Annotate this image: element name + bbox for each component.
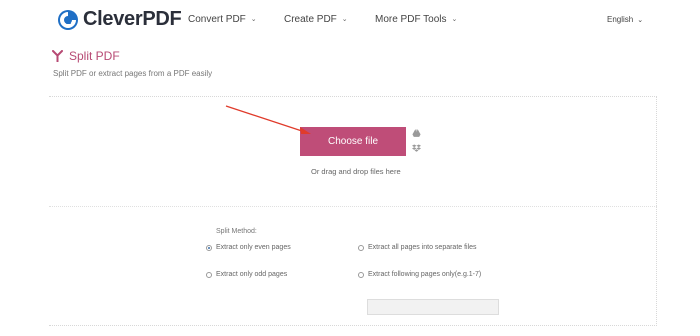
option-following-pages[interactable]: Extract following pages only(e.g.1-7) — [358, 271, 481, 278]
pages-range-input[interactable] — [367, 299, 499, 315]
drag-drop-hint: Or drag and drop files here — [311, 167, 401, 176]
option-odd-pages[interactable]: Extract only odd pages — [206, 271, 287, 278]
dropbox-icon[interactable] — [412, 144, 421, 153]
page-title: Split PDF — [69, 49, 120, 63]
top-header: CleverPDF Convert PDF ⌄ Create PDF ⌄ More … — [0, 0, 700, 40]
nav-create-pdf[interactable]: Create PDF ⌄ — [284, 14, 348, 25]
chevron-down-icon: ⌄ — [451, 16, 458, 23]
chevron-down-icon: ⌄ — [637, 17, 644, 24]
logo[interactable]: CleverPDF — [57, 8, 182, 31]
panel-divider — [49, 206, 657, 207]
language-selector[interactable]: English ⌄ — [607, 15, 643, 24]
nav-convert-pdf-label: Convert PDF — [188, 14, 246, 25]
google-drive-icon[interactable] — [412, 129, 421, 138]
split-icon — [52, 50, 63, 62]
nav-more-pdf-tools[interactable]: More PDF Tools ⌄ — [375, 14, 457, 25]
chevron-down-icon: ⌄ — [250, 16, 257, 23]
chevron-down-icon: ⌄ — [341, 16, 348, 23]
option-following-pages-label: Extract following pages only(e.g.1-7) — [368, 271, 482, 278]
split-method-label: Split Method: — [216, 228, 257, 235]
radio-even-pages[interactable] — [206, 244, 212, 251]
option-even-pages[interactable]: Extract only even pages — [206, 244, 291, 251]
radio-all-pages[interactable] — [358, 244, 364, 251]
option-even-pages-label: Extract only even pages — [216, 244, 291, 251]
option-all-pages-label: Extract all pages into separate files — [368, 244, 477, 251]
language-label: English — [607, 15, 634, 24]
nav-more-pdf-tools-label: More PDF Tools — [375, 14, 447, 25]
option-all-pages[interactable]: Extract all pages into separate files — [358, 244, 477, 251]
nav-convert-pdf[interactable]: Convert PDF ⌄ — [188, 14, 257, 25]
radio-odd-pages[interactable] — [206, 271, 212, 278]
option-odd-pages-label: Extract only odd pages — [216, 271, 288, 278]
logo-text: CleverPDF — [83, 8, 182, 30]
nav-create-pdf-label: Create PDF — [284, 14, 337, 25]
choose-file-button[interactable]: Choose file — [300, 127, 406, 156]
radio-following-pages[interactable] — [358, 271, 364, 278]
cleverpdf-logo-icon — [58, 9, 78, 30]
page-subtitle: Split PDF or extract pages from a PDF ea… — [53, 69, 213, 78]
page-title-row: Split PDF — [52, 49, 120, 63]
